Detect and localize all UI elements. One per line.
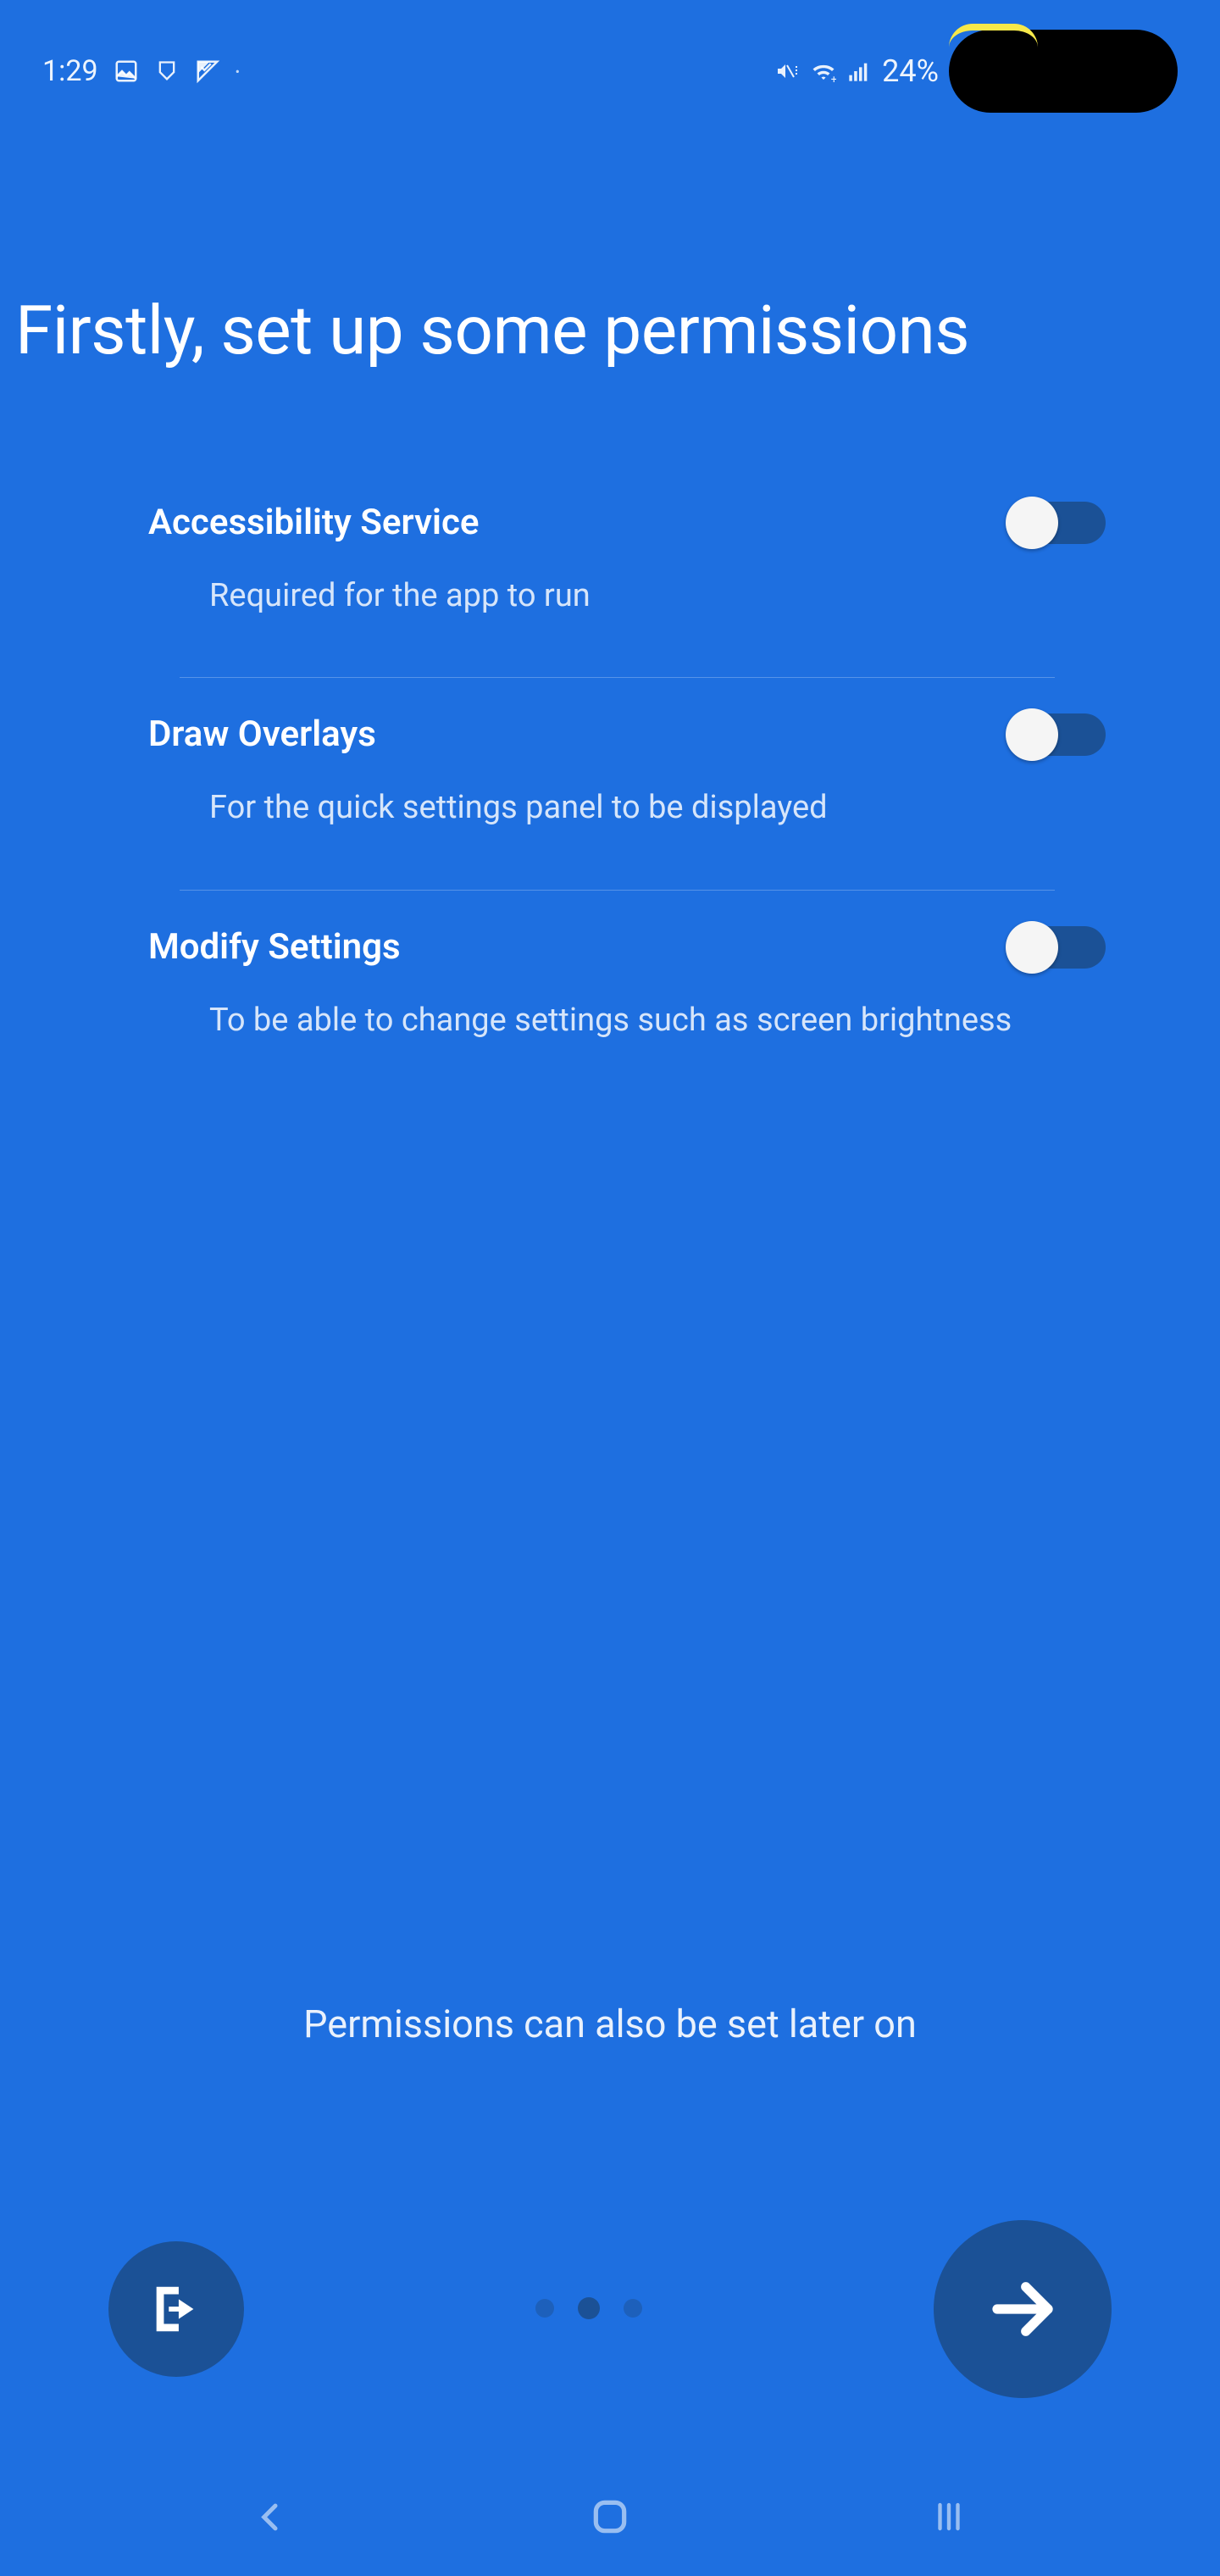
page-title: Firstly, set up some permissions <box>0 130 1220 370</box>
gallery-icon <box>114 58 139 84</box>
checkmark-icon <box>195 58 220 84</box>
permission-description: Required for the app to run <box>148 575 1220 617</box>
page-dot <box>535 2299 554 2318</box>
divider <box>180 890 1055 891</box>
permission-overlays: Draw Overlays For the quick settings pan… <box>0 713 1220 858</box>
dot-icon: • <box>236 64 240 80</box>
divider <box>180 677 1055 678</box>
toggle-overlays[interactable] <box>1007 713 1106 756</box>
wifi-icon: + <box>811 58 836 84</box>
permission-description: For the quick settings panel to be displ… <box>148 787 1220 829</box>
exit-icon <box>147 2279 206 2339</box>
nav-controls <box>0 2220 1220 2398</box>
bottom-note: Permissions can also be set later on <box>0 2001 1220 2046</box>
page-dots <box>535 2299 642 2319</box>
exit-button[interactable] <box>108 2241 244 2377</box>
home-icon <box>589 2496 631 2538</box>
toggle-accessibility[interactable] <box>1007 502 1106 544</box>
toggle-settings[interactable] <box>1007 926 1106 969</box>
status-time: 1:29 <box>42 54 98 88</box>
next-button[interactable] <box>934 2220 1112 2398</box>
camera-cutout <box>949 30 1178 113</box>
status-bar-left: 1:29 • <box>42 54 240 88</box>
status-bar-right: + 24% <box>775 30 1178 113</box>
svg-text:+: + <box>831 74 836 84</box>
toggle-knob <box>1006 708 1058 761</box>
signal-icon <box>846 58 872 84</box>
permission-settings: Modify Settings To be able to change set… <box>0 926 1220 1071</box>
permission-description: To be able to change settings such as sc… <box>148 1000 1220 1041</box>
toggle-knob <box>1006 497 1058 549</box>
permission-accessibility: Accessibility Service Required for the a… <box>0 502 1220 647</box>
system-nav-bar <box>0 2457 1220 2576</box>
page-dot-active <box>578 2297 600 2319</box>
chevron-left-icon <box>254 2494 288 2540</box>
battery-percent: 24% <box>882 53 939 89</box>
status-bar: 1:29 • <box>0 0 1220 130</box>
page-dot <box>624 2299 642 2318</box>
shield-icon <box>154 58 180 84</box>
mute-vibrate-icon <box>775 58 801 84</box>
system-recents-button[interactable] <box>923 2491 974 2542</box>
system-home-button[interactable] <box>585 2491 635 2542</box>
permissions-list: Accessibility Service Required for the a… <box>0 370 1220 1071</box>
system-back-button[interactable] <box>246 2491 297 2542</box>
arrow-right-icon <box>984 2271 1061 2347</box>
recents-icon <box>929 2499 969 2534</box>
toggle-knob <box>1006 921 1058 974</box>
